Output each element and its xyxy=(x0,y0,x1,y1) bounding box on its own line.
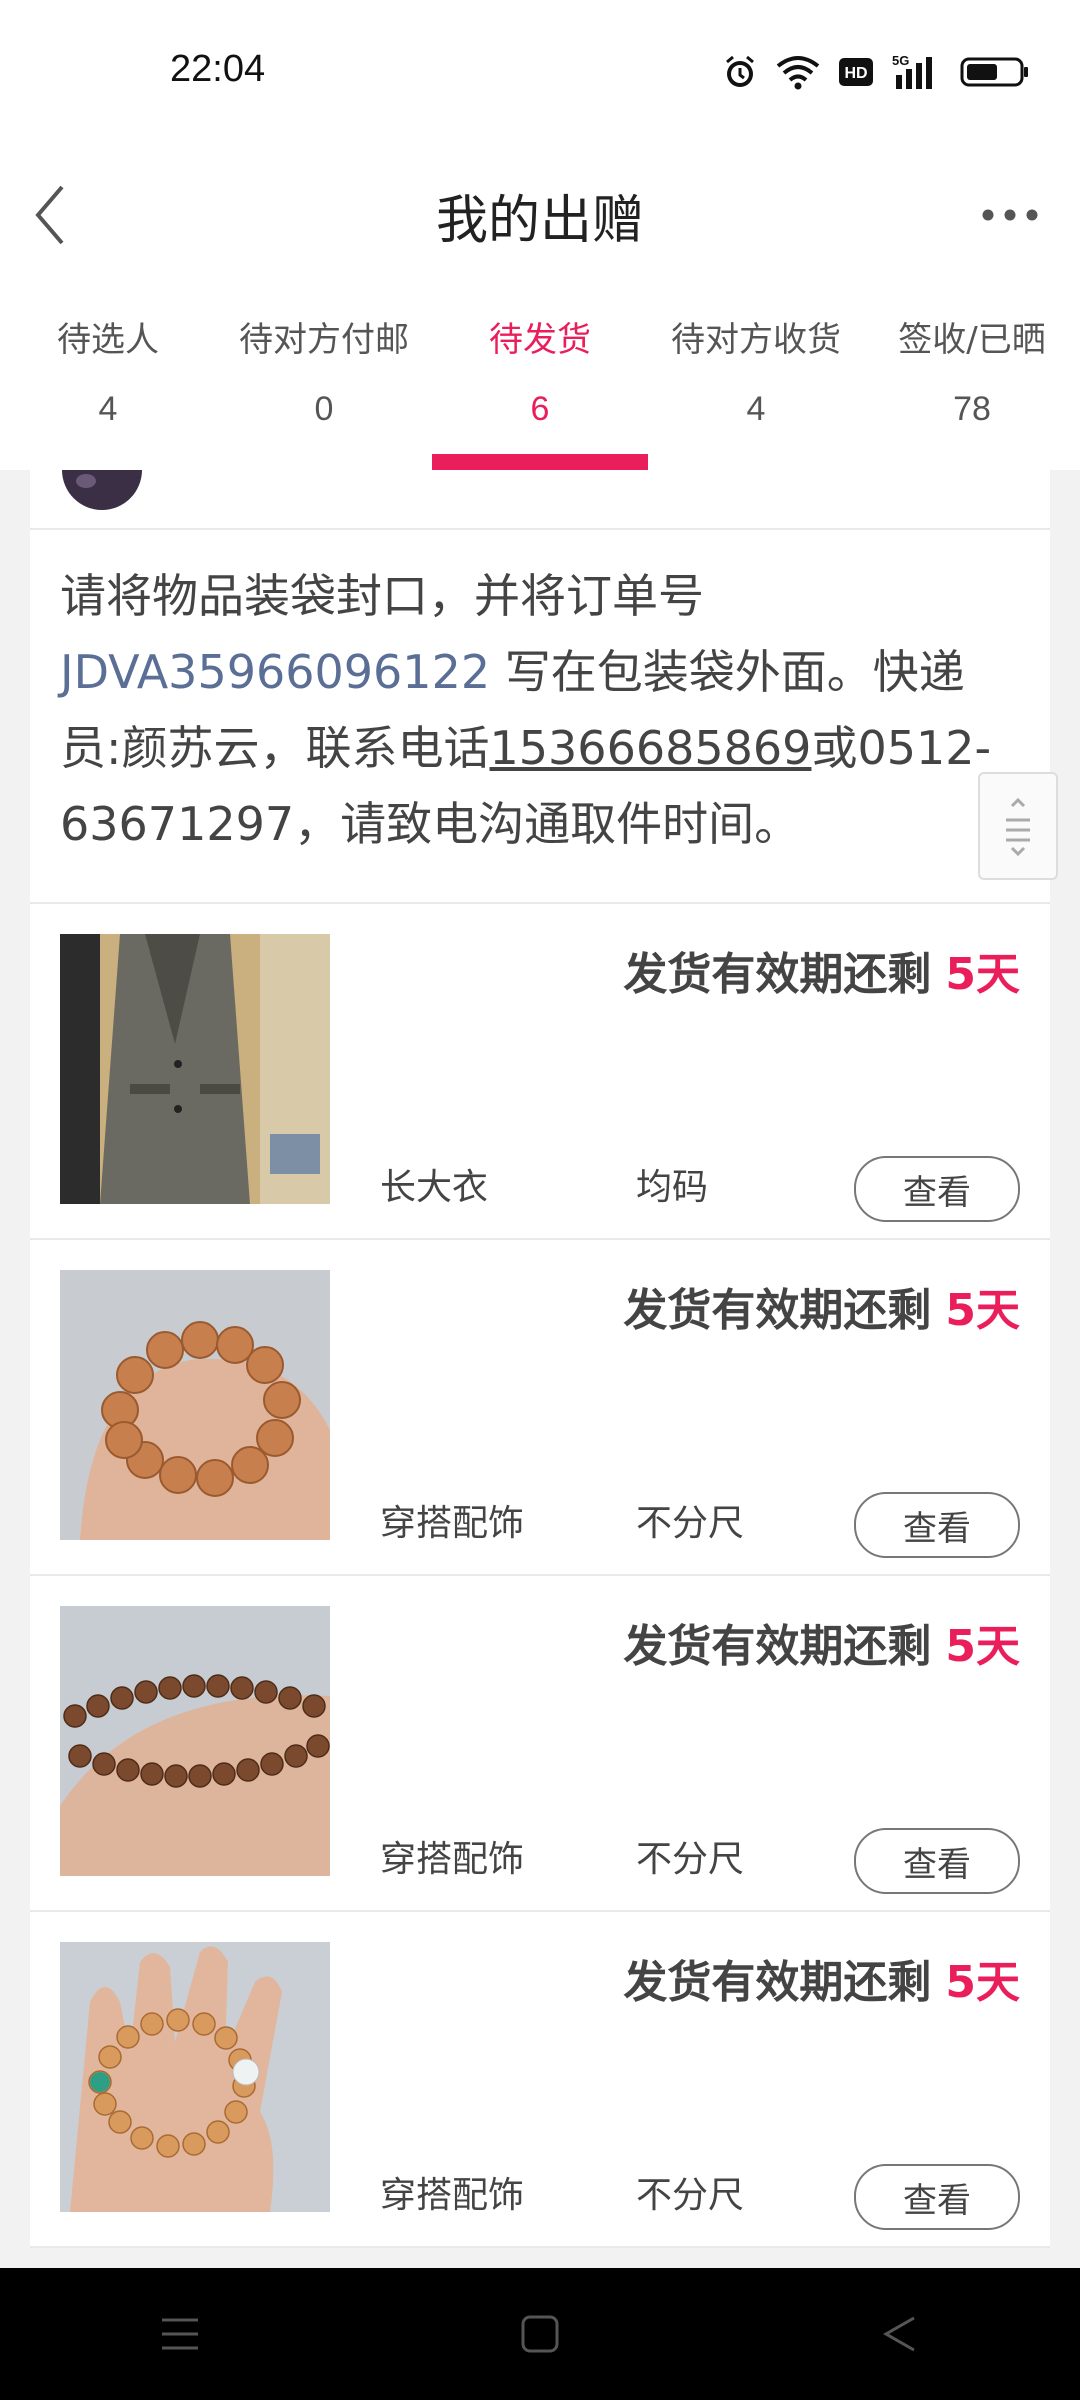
tab-label: 签收/已晒 xyxy=(898,320,1046,360)
item-size: 不分尺 xyxy=(636,2175,745,2216)
list-item[interactable]: 发货有效期还剩 5天 长大衣 均码 查看 xyxy=(30,904,1050,1240)
5g-signal-icon: 5G xyxy=(892,53,942,91)
tab-underline xyxy=(0,454,216,470)
tab-count: 4 xyxy=(98,390,118,428)
order-card: 请将物品装袋封口，并将订单号 JDVA35966096122 写在包装袋外面。快… xyxy=(30,470,1050,2248)
tab-underline xyxy=(864,454,1080,470)
system-nav-bar xyxy=(0,2268,1080,2400)
item-size: 不分尺 xyxy=(636,1503,745,1544)
network-text: 5G xyxy=(892,53,909,68)
deadline-label: 发货有效期还剩 xyxy=(623,949,932,1000)
courier-phone-link[interactable]: 15366685869 xyxy=(490,721,812,775)
status-icons: HD 5G xyxy=(722,50,1030,94)
status-time: 22:04 xyxy=(170,48,266,90)
home-button[interactable] xyxy=(480,2294,600,2374)
ship-deadline: 发货有效期还剩 5天 xyxy=(623,1610,1020,1674)
coat-photo xyxy=(60,934,330,1204)
home-square-icon xyxy=(521,2315,559,2353)
tab-count: 78 xyxy=(953,390,991,428)
item-size: 均码 xyxy=(636,1167,709,1208)
deadline-label: 发货有效期还剩 xyxy=(623,1957,932,2008)
scroll-handle[interactable] xyxy=(978,772,1058,880)
tab-signed-shared[interactable]: 签收/已晒 78 xyxy=(864,290,1080,470)
tab-underline xyxy=(216,454,432,470)
hd-text: HD xyxy=(844,65,867,82)
scroll-lines-icon xyxy=(1006,797,1030,856)
avatar[interactable] xyxy=(62,470,142,510)
days-remaining: 5天 xyxy=(945,1957,1020,2008)
page-title: 我的出赠 xyxy=(435,190,644,251)
beads-photo xyxy=(60,1606,330,1876)
list-item[interactable]: 发货有效期还剩 5天 穿搭配饰 不分尺 查看 xyxy=(30,1912,1050,2248)
status-bar: 22:04 HD 5G xyxy=(0,0,1080,140)
ship-deadline: 发货有效期还剩 5天 xyxy=(623,938,1020,1002)
menu-button[interactable] xyxy=(120,2294,240,2374)
alarm-icon xyxy=(722,54,758,90)
tab-label: 待对方付邮 xyxy=(239,320,409,360)
recipient-row xyxy=(30,470,1050,530)
tab-count: 0 xyxy=(314,390,334,428)
tab-label: 待发货 xyxy=(489,320,591,360)
bracelet-photo xyxy=(60,1270,330,1540)
back-triangle-icon xyxy=(882,2316,915,2352)
app-header: 我的出赠 xyxy=(0,140,1080,290)
list-item[interactable]: 发货有效期还剩 5天 穿搭配饰 不分尺 查看 xyxy=(30,1576,1050,1912)
item-category: 穿搭配饰 xyxy=(380,1503,525,1544)
tab-pending-postage[interactable]: 待对方付邮 0 xyxy=(216,290,432,470)
order-number: JDVA35966096122 xyxy=(60,645,491,699)
more-dots-icon xyxy=(982,209,1038,221)
menu-icon xyxy=(162,2318,198,2350)
deadline-label: 发货有效期还剩 xyxy=(623,1285,932,1336)
tab-underline xyxy=(648,454,864,470)
item-size: 不分尺 xyxy=(636,1839,745,1880)
tab-label: 待对方收货 xyxy=(671,320,841,360)
battery-icon xyxy=(960,56,1030,88)
item-category: 穿搭配饰 xyxy=(380,1839,525,1880)
ship-deadline: 发货有效期还剩 5天 xyxy=(623,1274,1020,1338)
status-tabs: 待选人 4 待对方付邮 0 待发货 6 待对方收货 4 签收/已晒 78 xyxy=(0,290,1080,470)
days-remaining: 5天 xyxy=(945,1285,1020,1336)
view-button[interactable]: 查看 xyxy=(854,1156,1020,1222)
list-item[interactable]: 发货有效期还剩 5天 穿搭配饰 不分尺 查看 xyxy=(30,1240,1050,1576)
ship-deadline: 发货有效期还剩 5天 xyxy=(623,1946,1020,2010)
shipping-notice: 请将物品装袋封口，并将订单号 JDVA35966096122 写在包装袋外面。快… xyxy=(30,530,1050,904)
tab-active-underline xyxy=(432,454,648,470)
view-button[interactable]: 查看 xyxy=(854,1492,1020,1558)
notice-text: 请将物品装袋封口，并将订单号 xyxy=(60,569,704,623)
tab-label: 待选人 xyxy=(57,320,159,360)
tab-pending-receive[interactable]: 待对方收货 4 xyxy=(648,290,864,470)
days-remaining: 5天 xyxy=(945,1621,1020,1672)
system-back-button[interactable] xyxy=(840,2294,960,2374)
tab-count: 6 xyxy=(530,390,550,428)
item-category: 长大衣 xyxy=(380,1167,489,1208)
tab-count: 4 xyxy=(746,390,766,428)
hd-icon: HD xyxy=(838,57,874,87)
more-button[interactable] xyxy=(960,140,1060,290)
wifi-icon xyxy=(776,54,820,90)
days-remaining: 5天 xyxy=(945,949,1020,1000)
item-category: 穿搭配饰 xyxy=(380,2175,525,2216)
tab-pending-ship[interactable]: 待发货 6 xyxy=(432,290,648,470)
deadline-label: 发货有效期还剩 xyxy=(623,1621,932,1672)
tab-pending-select[interactable]: 待选人 4 xyxy=(0,290,216,470)
view-button[interactable]: 查看 xyxy=(854,1828,1020,1894)
bracelet-hand-photo xyxy=(60,1942,330,2212)
view-button[interactable]: 查看 xyxy=(854,2164,1020,2230)
